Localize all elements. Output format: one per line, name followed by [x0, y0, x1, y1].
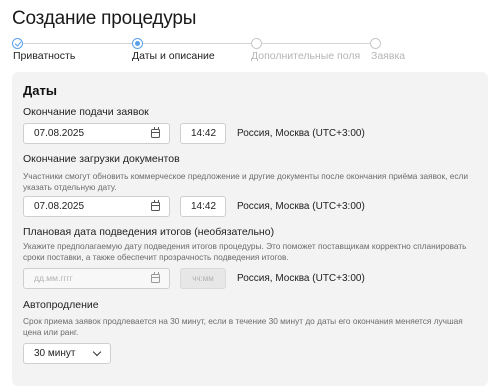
- documents-end-timezone: Россия, Москва (UTC+3:00): [237, 201, 365, 212]
- submission-end-label: Окончание подачи заявок: [23, 106, 149, 118]
- results-time-input: чч:мм: [180, 268, 226, 289]
- section-title: Даты: [23, 83, 57, 98]
- results-date-timezone: Россия, Москва (UTC+3:00): [237, 273, 365, 284]
- documents-end-time-value: 14:42: [191, 201, 217, 212]
- calendar-icon[interactable]: [151, 127, 160, 138]
- step-additional-fields: Дополнительные поля: [251, 50, 361, 62]
- procedure-stepper: Приватность Даты и описание Дополнительн…: [12, 38, 492, 64]
- step-done-icon: [12, 38, 23, 49]
- results-time-placeholder: чч:мм: [192, 274, 214, 283]
- submission-end-timezone: Россия, Москва (UTC+3:00): [237, 128, 365, 139]
- documents-end-date-input[interactable]: 07.08.2025: [23, 196, 170, 217]
- stepper-connector: [23, 43, 138, 44]
- calendar-icon[interactable]: [151, 272, 160, 283]
- page-title: Создание процедуры: [12, 8, 197, 29]
- results-date-input[interactable]: дд.мм.гггг: [23, 268, 170, 289]
- submission-end-time-value: 14:42: [191, 128, 217, 139]
- step-dates[interactable]: Даты и описание: [132, 50, 215, 62]
- step-application: Заявка: [371, 50, 406, 62]
- results-date-hint: Укажите предполагаемую дату подведения и…: [23, 241, 467, 262]
- step-current-icon: [132, 38, 143, 49]
- submission-end-date-value: 07.08.2025: [34, 128, 85, 139]
- step-privacy[interactable]: Приватность: [13, 50, 75, 62]
- documents-end-date-value: 07.08.2025: [34, 201, 85, 212]
- auto-extend-select[interactable]: 30 минут: [23, 343, 111, 364]
- results-date-label: Плановая дата подведения итогов (необяза…: [23, 226, 275, 238]
- documents-end-hint: Участники смогут обновить коммерческое п…: [23, 171, 469, 192]
- stepper-connector: [262, 43, 371, 44]
- results-date-placeholder: дд.мм.гггг: [34, 273, 73, 283]
- submission-end-date-input[interactable]: 07.08.2025: [23, 123, 170, 144]
- submission-end-time-input[interactable]: 14:42: [180, 123, 226, 144]
- dates-card: Даты Окончание подачи заявок 07.08.2025 …: [12, 72, 488, 386]
- auto-extend-hint: Срок приема заявок продлевается на 30 ми…: [23, 316, 463, 337]
- auto-extend-selected-value: 30 минут: [34, 348, 76, 359]
- step-upcoming-icon: [370, 38, 381, 49]
- documents-end-label: Окончание загрузки документов: [23, 153, 180, 165]
- step-upcoming-icon: [251, 38, 262, 49]
- chevron-down-icon: [92, 347, 102, 357]
- auto-extend-label: Автопродление: [23, 299, 99, 311]
- calendar-icon[interactable]: [151, 200, 160, 211]
- documents-end-time-input[interactable]: 14:42: [180, 196, 226, 217]
- stepper-connector: [143, 43, 251, 44]
